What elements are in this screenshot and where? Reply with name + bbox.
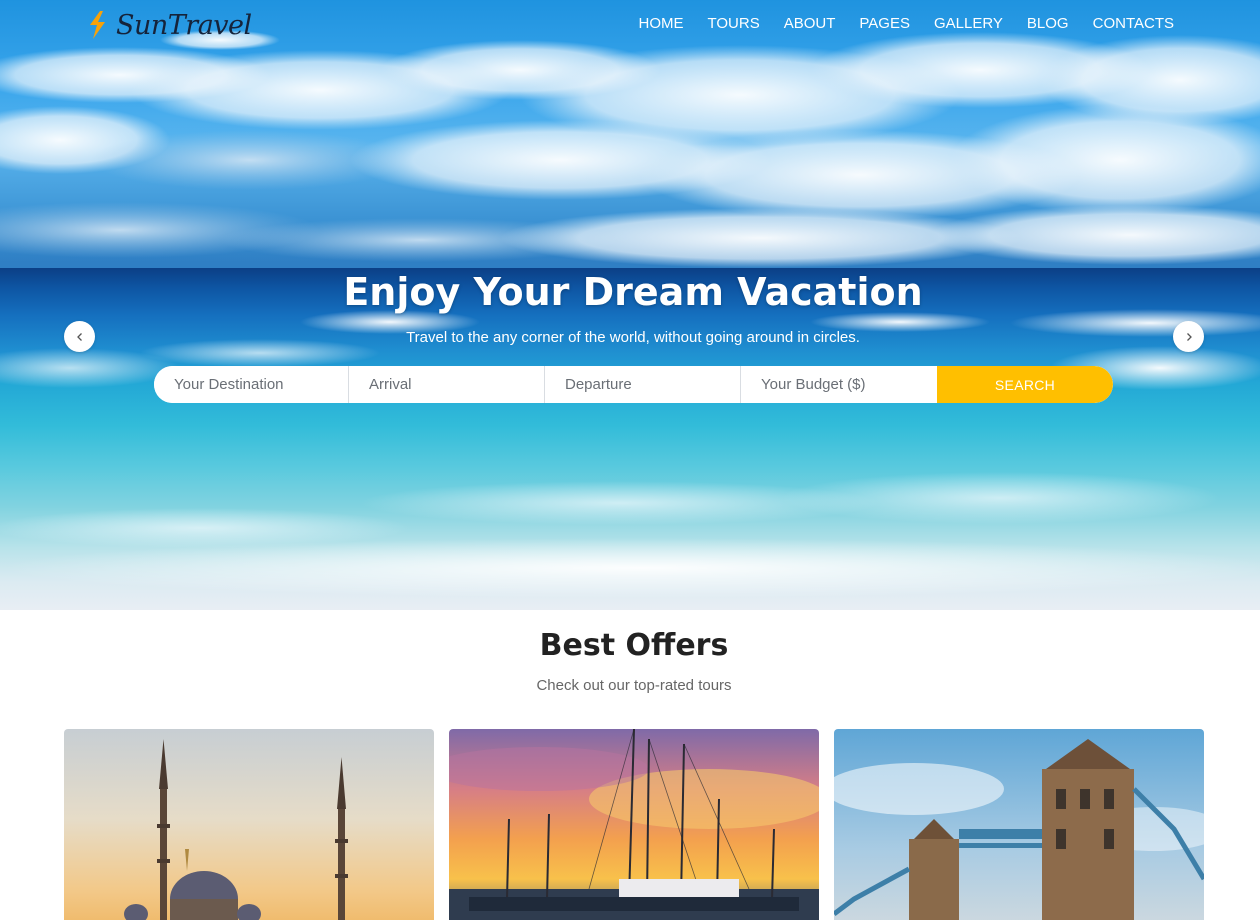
search-button[interactable]: SEARCH [937,366,1113,403]
sea-waves-image [0,309,1260,598]
nav-item-blog[interactable]: BLOG [1015,14,1081,34]
nav-item-contacts[interactable]: CONTACTS [1081,14,1174,34]
nav-item-gallery[interactable]: GALLERY [922,14,1015,34]
offers-cards [64,729,1204,920]
budget-input[interactable] [741,366,937,403]
slider-next-button[interactable] [1173,321,1204,352]
tour-search-form: SEARCH [154,366,1113,403]
nav-item-home[interactable]: HOME [626,14,695,34]
harbor-sunset-photo [449,729,819,920]
nav-item-pages[interactable]: PAGES [847,14,922,34]
offers-subtitle: Check out our top-rated tours [536,677,732,694]
nav-item-about[interactable]: ABOUT [772,14,848,34]
slider-prev-button[interactable] [64,321,95,352]
lightning-icon [90,11,105,39]
hero-title: Enjoy Your Dream Vacation [343,270,923,314]
hero-banner: SunTravel HOME TOURS ABOUT PAGES GALLERY… [0,0,1260,610]
mosque-photo [64,729,434,920]
arrival-input[interactable] [349,366,545,403]
brand-name: SunTravel [116,9,252,41]
nav-item-tours[interactable]: TOURS [695,14,771,34]
departure-input[interactable] [545,366,741,403]
site-logo[interactable]: SunTravel [86,8,252,42]
main-nav: HOME TOURS ABOUT PAGES GALLERY BLOG CONT… [626,14,1174,34]
offer-card[interactable] [834,729,1204,920]
hero-subtitle: Travel to the any corner of the world, w… [406,329,860,346]
chevron-left-icon [76,332,82,341]
offer-card[interactable] [64,729,434,920]
offers-title: Best Offers [539,628,729,663]
destination-input[interactable] [154,366,349,403]
tower-bridge-photo [834,729,1204,920]
offer-card[interactable] [449,729,819,920]
chevron-right-icon [1186,332,1192,341]
